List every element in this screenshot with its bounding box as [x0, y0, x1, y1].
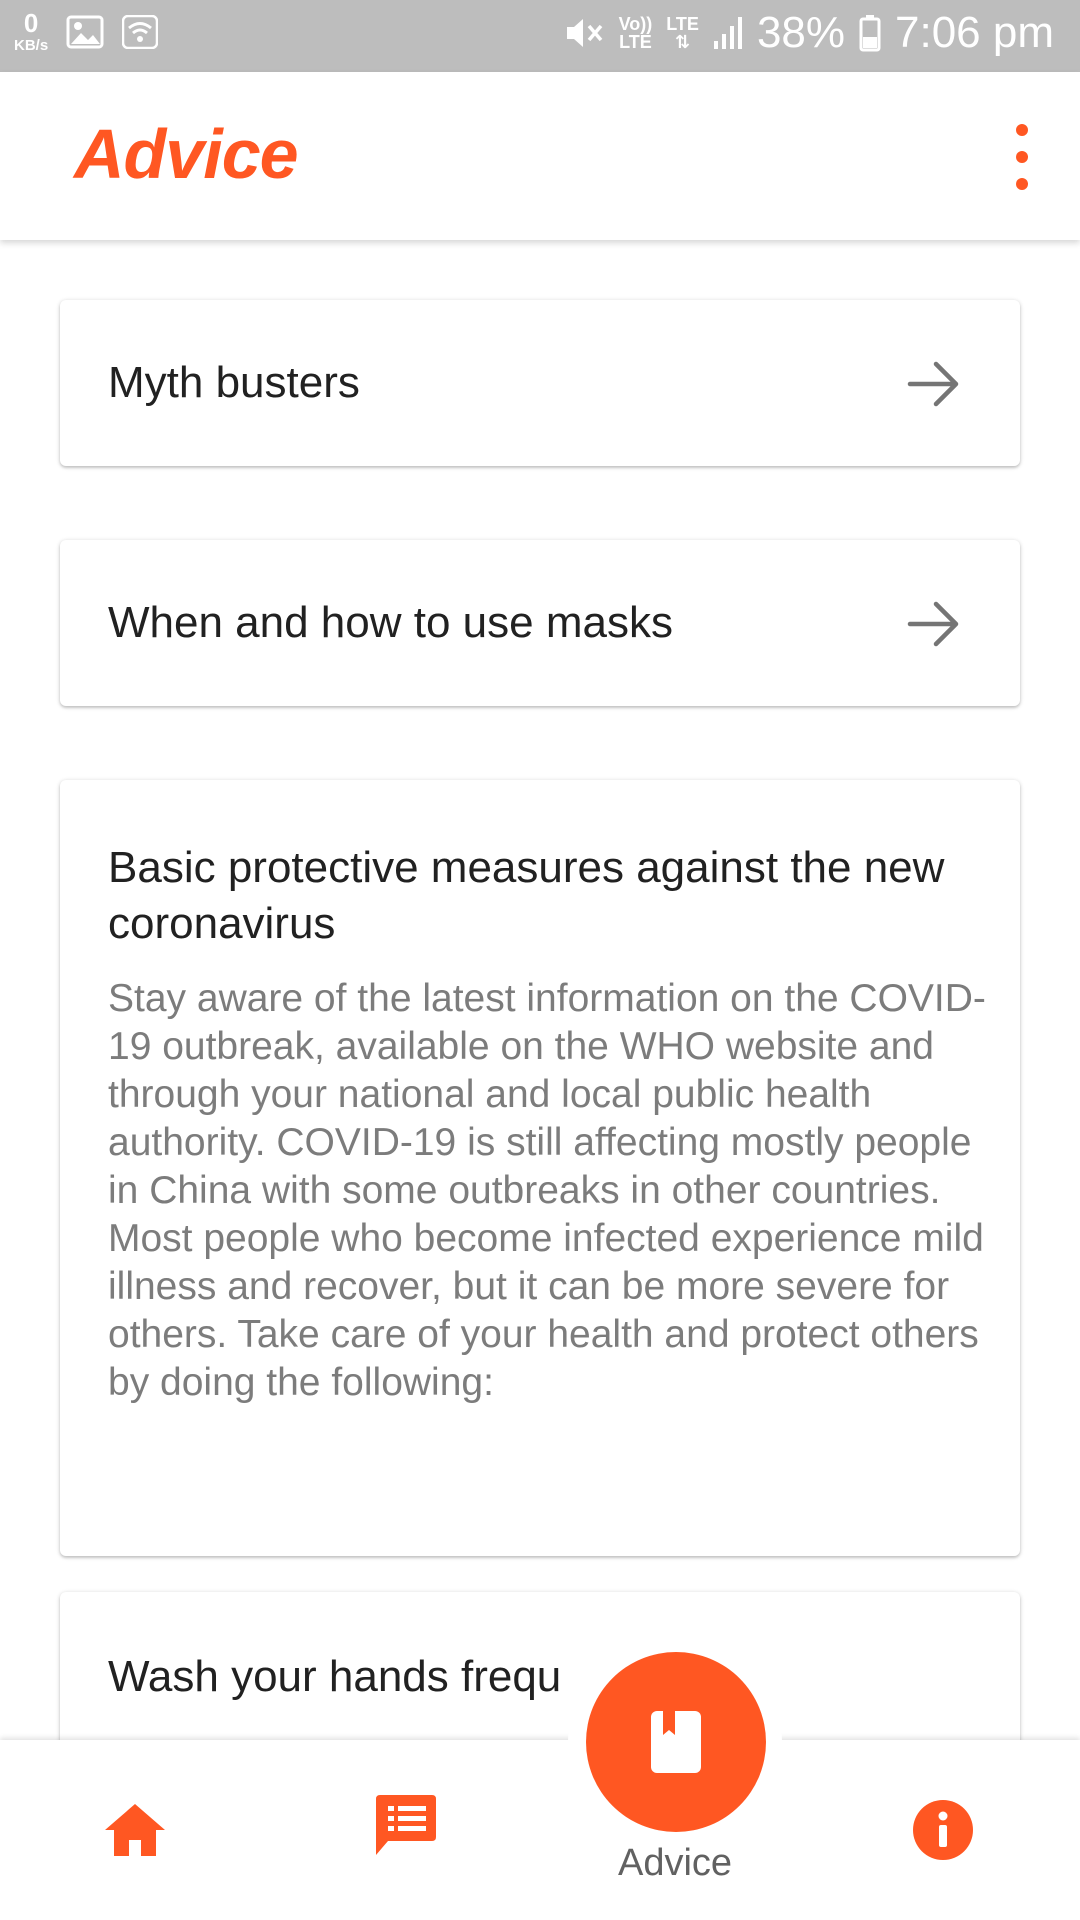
wash-hands-title: Wash your hands frequ — [108, 1652, 562, 1701]
nav-home[interactable] — [95, 1790, 175, 1870]
volte-indicator: Vo)) LTE — [619, 15, 653, 51]
more-vert-icon[interactable] — [1004, 124, 1040, 190]
advice-list[interactable]: Myth busters When and how to use masks B… — [0, 240, 1080, 1740]
wifi-icon — [122, 14, 159, 49]
battery-percentage: 38% — [756, 8, 846, 57]
myth-busters-card[interactable]: Myth busters — [60, 300, 1020, 466]
status-bar: 0 KB/s Vo)) LTE LTE ⇅ 38% 7:06 pm — [0, 0, 1080, 72]
menu-dot — [1016, 178, 1028, 190]
menu-dot — [1016, 151, 1028, 163]
masks-label: When and how to use masks — [108, 598, 673, 647]
volte-top: Vo)) — [618, 14, 653, 34]
nav-advice-button[interactable] — [586, 1652, 766, 1832]
info-icon — [913, 1800, 973, 1860]
battery-icon — [859, 15, 881, 52]
bottom-navigation — [0, 1740, 1080, 1920]
basic-measures-body: Stay aware of the latest information on … — [108, 977, 986, 1404]
masks-card[interactable]: When and how to use masks — [60, 540, 1020, 706]
network-type: LTE ⇅ — [666, 15, 699, 51]
basic-measures-title: Basic protective measures against the ne… — [108, 843, 945, 948]
book-icon — [651, 1711, 701, 1773]
nav-advice-label: Advice — [617, 1842, 733, 1884]
chat-icon — [376, 1795, 436, 1855]
signal-icon — [713, 17, 742, 49]
mute-icon — [566, 19, 602, 47]
page-title: Advice — [74, 115, 299, 193]
basic-measures-card[interactable]: Basic protective measures against the ne… — [60, 780, 1020, 1556]
arrow-right-icon — [907, 361, 959, 407]
wash-hands-card[interactable]: Wash your hands frequ — [60, 1592, 1020, 1740]
clock: 7:06 pm — [895, 8, 1054, 57]
nav-chat[interactable] — [365, 1786, 445, 1866]
home-icon — [105, 1804, 165, 1856]
network-arrows: ⇅ — [675, 32, 691, 52]
app-bar: Advice — [0, 72, 1080, 240]
volte-bottom: LTE — [619, 32, 652, 52]
status-left: 0 KB/s — [14, 10, 159, 53]
arrow-right-icon — [907, 601, 959, 647]
network-type-label: LTE — [666, 14, 699, 34]
data-rate-value: 0 — [23, 8, 39, 38]
data-rate-unit: KB/s — [14, 37, 49, 54]
data-rate-indicator: 0 KB/s — [14, 10, 48, 53]
nav-info[interactable] — [903, 1790, 983, 1870]
menu-dot — [1016, 124, 1028, 136]
myth-busters-label: Myth busters — [108, 358, 360, 407]
status-right: Vo)) LTE LTE ⇅ 38% 7:06 pm — [563, 8, 1054, 58]
image-icon — [66, 15, 104, 48]
